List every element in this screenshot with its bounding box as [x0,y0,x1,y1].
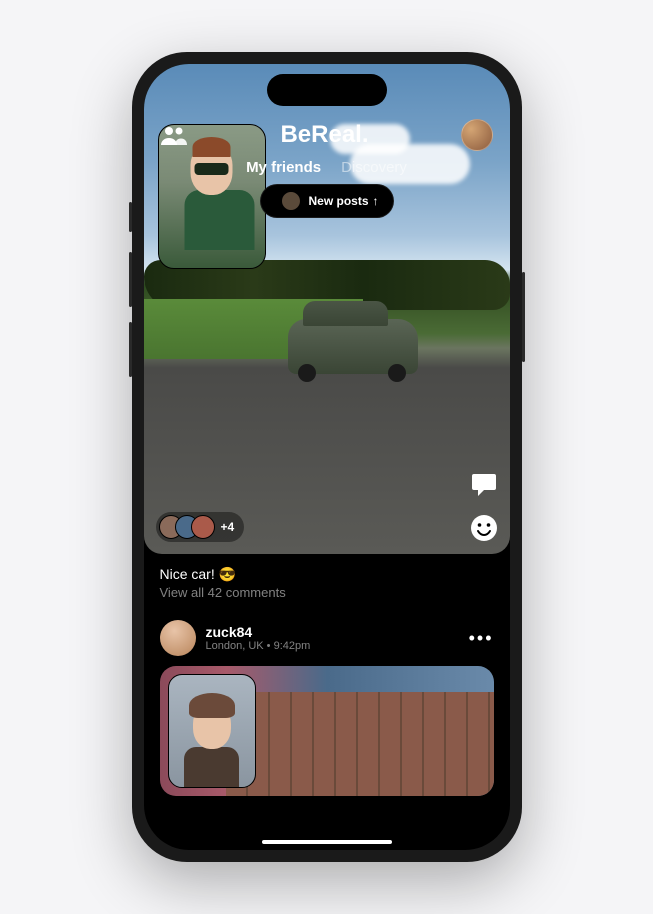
username: zuck84 [206,624,311,640]
phone-button [129,252,132,307]
phone-button [129,202,132,232]
app-header: BeReal. My friends Discovery [144,64,510,176]
user-avatar [160,620,196,656]
new-posts-label: New posts ↑ [308,194,378,208]
tab-my-friends[interactable]: My friends [246,159,321,176]
post-location: London, UK [206,640,264,652]
next-post-user[interactable]: zuck84 London, UK • 9:42pm [160,620,311,656]
feed-tabs: My friends Discovery [160,159,494,176]
friends-icon[interactable] [160,125,188,145]
post-actions [470,470,498,542]
reactions-strip[interactable]: +4 [156,512,245,542]
profile-avatar[interactable] [461,119,493,151]
post-time: 9:42pm [274,640,311,652]
phone-button [522,272,525,362]
view-all-comments[interactable]: View all 42 comments [160,585,494,600]
phone-frame: BeReal. My friends Discovery New posts ↑ [132,52,522,862]
top-comment: Nice car! 😎 [160,566,494,583]
screen: BeReal. My friends Discovery New posts ↑ [144,64,510,850]
pill-label-text: New posts [308,194,368,208]
new-posts-button[interactable]: New posts ↑ [259,184,393,218]
tab-discovery[interactable]: Discovery [341,159,407,176]
reaction-avatar [191,515,215,539]
meta-separator: • [264,640,274,652]
next-selfie-inset[interactable] [168,674,256,788]
home-indicator[interactable] [262,840,392,844]
post-meta: London, UK • 9:42pm [206,640,311,652]
pill-avatars [266,191,300,211]
next-post: zuck84 London, UK • 9:42pm ••• [144,612,510,796]
comment-section: Nice car! 😎 View all 42 comments [144,554,510,612]
next-post-header: zuck84 London, UK • 9:42pm ••• [160,620,494,656]
arrow-up-icon: ↑ [373,194,379,208]
comment-icon[interactable] [470,470,498,498]
emoji-icon[interactable] [470,514,498,542]
next-post-photo[interactable] [160,666,494,796]
reaction-extra-count: +4 [221,520,235,534]
more-icon[interactable]: ••• [469,628,494,649]
app-title: BeReal. [280,121,368,149]
phone-button [129,322,132,377]
pill-avatar [280,191,300,211]
